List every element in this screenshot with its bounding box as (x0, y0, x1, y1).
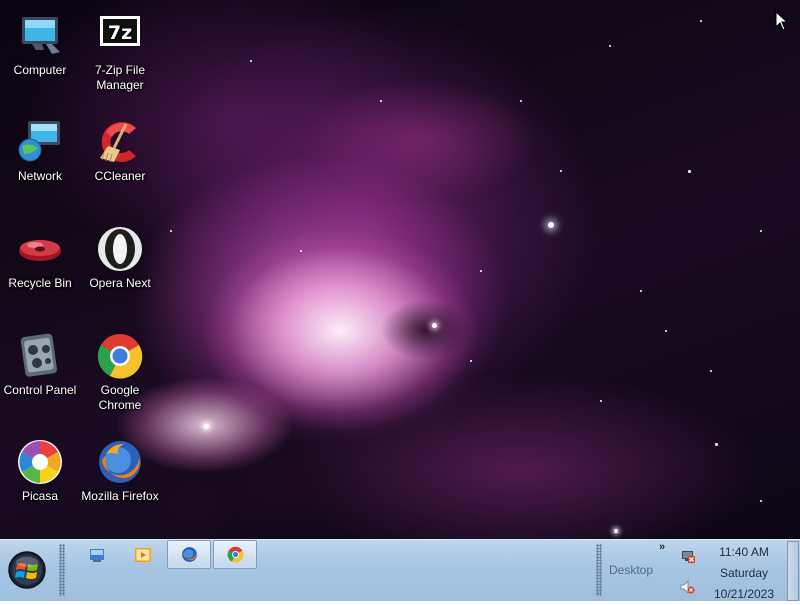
taskbar-button-chrome[interactable] (213, 540, 257, 569)
ccleaner-icon (100, 122, 136, 163)
star (760, 500, 762, 502)
desktop-icon-google-chrome[interactable]: Google Chrome (81, 332, 159, 413)
desktop-icon-label: Computer (13, 63, 67, 77)
desktop-icon-control-panel[interactable]: Control Panel (1, 332, 79, 398)
desktop-icon-label: Control Panel (3, 383, 77, 397)
desktop-icon-label: Picasa (21, 489, 59, 503)
tray-overflow-chevron[interactable]: » (659, 541, 665, 553)
shortcut-arrow-icon (16, 118, 64, 166)
clock-day: Saturday (719, 566, 769, 580)
star (548, 222, 554, 228)
star (760, 230, 762, 232)
star (688, 170, 691, 173)
star (480, 270, 482, 272)
show-desktop-quick-icon[interactable] (88, 546, 106, 564)
star (640, 290, 642, 292)
desktop-icon-label: Mozilla Firefox (81, 489, 159, 503)
picasa-icon (18, 440, 62, 484)
desktop-icon-label: 7-Zip File Manager (94, 63, 145, 92)
desktop-icon-7zip[interactable]: 7z 7-Zip File Manager (81, 12, 159, 93)
desktop-icon-computer[interactable]: Computer (1, 12, 79, 78)
show-desktop-button[interactable] (787, 541, 799, 601)
star (432, 323, 437, 328)
desktop-icon-label: CCleaner (94, 169, 146, 183)
star (170, 230, 172, 232)
desktop-icon-ccleaner[interactable]: CCleaner (81, 118, 159, 184)
desktop-icon-opera[interactable]: Opera Next (81, 225, 159, 291)
star (250, 60, 252, 62)
nebula-dust-lane (150, 470, 240, 539)
star (560, 170, 562, 172)
desktop-icon-label: Network (17, 169, 62, 183)
taskbar: Desktop » 11:40 AM Saturday 10/21/2023 (0, 539, 800, 601)
star (609, 45, 611, 47)
desktop-icon-network[interactable]: Network (1, 118, 79, 184)
7zip-icon: 7z (100, 16, 140, 46)
windows-start-orb-icon[interactable] (7, 550, 47, 590)
desktop-icon-label: Opera Next (89, 276, 151, 290)
desktop-icon-recycle-bin[interactable]: Recycle Bin (1, 225, 79, 291)
star (600, 400, 602, 402)
7zip-glyph-text: 7z (108, 22, 132, 44)
clock-time: 11:40 AM (719, 545, 769, 559)
star (700, 20, 702, 22)
network-disconnected-icon[interactable] (680, 549, 696, 565)
chrome-icon (227, 546, 244, 563)
star (715, 443, 718, 446)
firefox-icon (182, 547, 197, 562)
star (204, 424, 209, 429)
taskbar-grip[interactable] (59, 544, 65, 596)
desktop-icon-picasa[interactable]: Picasa (1, 438, 79, 504)
nebula-dust-lane (380, 300, 470, 360)
star (380, 100, 382, 102)
chrome-icon (97, 334, 143, 379)
clock-date: 10/21/2023 (713, 587, 775, 601)
desktop-icon-mozilla-firefox[interactable]: Mozilla Firefox (81, 438, 159, 504)
desktop-toolbar-label[interactable]: Desktop (609, 563, 653, 577)
desktop-icon-label: Recycle Bin (8, 276, 72, 290)
media-player-icon[interactable] (134, 546, 152, 564)
desktop-background[interactable]: Computer Network Recycle Bin Control Pan… (0, 0, 800, 539)
mouse-cursor-icon (775, 11, 789, 31)
firefox-icon (99, 441, 141, 483)
computer-icon (22, 17, 60, 54)
volume-muted-icon[interactable] (679, 579, 695, 595)
taskbar-grip[interactable] (596, 544, 602, 596)
desktop-icon-label: Google Chrome (98, 383, 142, 412)
control-panel-icon (20, 333, 57, 377)
star (665, 330, 667, 332)
system-clock[interactable]: 11:40 AM Saturday 10/21/2023 (705, 542, 783, 605)
star (614, 529, 618, 533)
star (470, 360, 472, 362)
opera-icon (98, 227, 142, 271)
star (710, 370, 712, 372)
recycle-bin-icon (19, 240, 61, 261)
star (520, 100, 522, 102)
taskbar-button-firefox[interactable] (167, 540, 211, 569)
star (300, 250, 302, 252)
